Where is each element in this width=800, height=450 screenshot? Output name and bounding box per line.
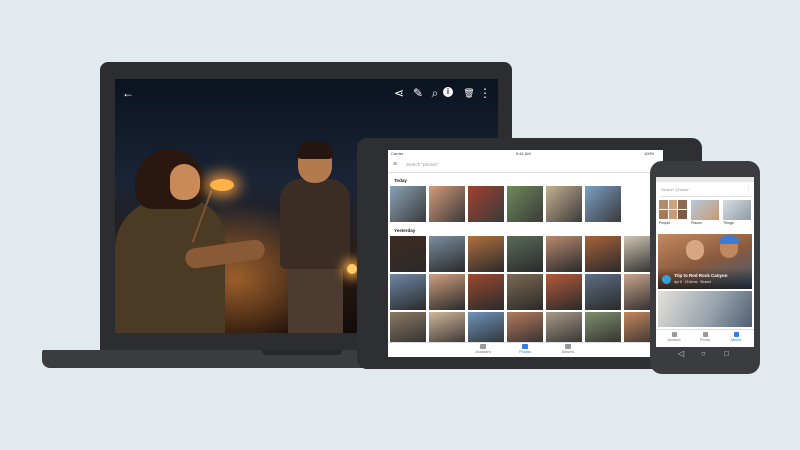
- section-yesterday: Yesterday: [394, 228, 416, 233]
- assistant-icon: [671, 332, 677, 337]
- section-today: Today: [394, 178, 407, 183]
- tablet-photos-app: Carrier 9:41 AM 100% ≡ Search "photos" ⋮…: [388, 150, 663, 357]
- photo-thumbnail[interactable]: [429, 236, 465, 272]
- photo-thumbnail[interactable]: [585, 274, 621, 310]
- status-time: 9:41 AM: [516, 151, 531, 156]
- album-title: Trip to Red Rock Canyon: [674, 273, 728, 278]
- status-carrier: Carrier: [391, 151, 404, 156]
- album-subtitle: Apr 8 · 18 items · Shared: [674, 280, 711, 284]
- photo-thumbnail[interactable]: [429, 186, 465, 222]
- category-people-label: People: [659, 221, 671, 225]
- photo-thumbnail[interactable]: [546, 186, 582, 222]
- photo-boy-hair: [297, 141, 333, 159]
- photo-thumbnail[interactable]: [468, 236, 504, 272]
- album-card[interactable]: Trip to Red Rock Canyon Apr 8 · 18 items…: [658, 234, 752, 289]
- bottom-navigation: Assistant Photos Albums: [388, 342, 663, 357]
- back-arrow-icon[interactable]: ←: [120, 85, 136, 101]
- photo-helmet: [719, 236, 739, 244]
- photo-face: [686, 240, 704, 260]
- info-icon[interactable]: i: [443, 87, 453, 97]
- albums-icon: [565, 344, 571, 349]
- nav-assistant-label: Assistant: [667, 338, 681, 342]
- nav-photos[interactable]: Photos: [693, 332, 717, 342]
- photo-thumbnail[interactable]: [468, 274, 504, 310]
- photo-thumbnail[interactable]: [390, 236, 426, 272]
- system-navigation-bar: ◁ ○ □: [656, 347, 754, 361]
- nav-assistant[interactable]: Assistant: [463, 344, 503, 354]
- photo-face: [170, 164, 200, 200]
- nav-albums[interactable]: Albums: [724, 332, 748, 342]
- photo-thumbnail[interactable]: [468, 186, 504, 222]
- nav-assistant-label: Assistant: [475, 350, 491, 354]
- nav-assistant[interactable]: Assistant: [662, 332, 686, 342]
- edit-icon[interactable]: ✎: [410, 85, 426, 101]
- search-input[interactable]: Search "photos": [406, 162, 438, 167]
- back-icon[interactable]: ◁: [678, 350, 684, 358]
- phone-albums-app: Search "photos" ⋮ People Places Things T…: [656, 177, 754, 347]
- photo-marshmallow-flame: [210, 179, 234, 191]
- photo-thumbnail[interactable]: [507, 186, 543, 222]
- photo-thumbnail[interactable]: [507, 274, 543, 310]
- assistant-icon: [480, 344, 486, 349]
- more-options-icon[interactable]: ⋮: [477, 85, 493, 101]
- photo-marshmallow-flame: [347, 264, 357, 274]
- photo-thumbnail[interactable]: [507, 236, 543, 272]
- nav-photos-label: Photos: [700, 338, 710, 342]
- delete-icon[interactable]: 🗑: [461, 85, 477, 101]
- shared-album-icon: [662, 275, 671, 284]
- category-places-label: Places: [691, 221, 702, 225]
- search-bar[interactable]: ≡ Search "photos" ⋮: [388, 158, 663, 173]
- albums-icon: [733, 332, 739, 337]
- photo-thumbnail[interactable]: [390, 186, 426, 222]
- status-bar: [656, 177, 754, 182]
- photo-thumbnail[interactable]: [546, 236, 582, 272]
- category-places[interactable]: Places: [691, 200, 719, 225]
- laptop-notch: [262, 350, 342, 355]
- album-card-next[interactable]: [658, 291, 752, 327]
- photo-person-boy: [280, 179, 350, 269]
- photo-thumbnail[interactable]: [390, 274, 426, 310]
- photo-thumbnail[interactable]: [546, 274, 582, 310]
- photos-icon: [702, 332, 708, 337]
- nav-photos[interactable]: Photos: [505, 344, 545, 354]
- search-bar[interactable]: Search "photos" ⋮: [659, 184, 751, 197]
- recents-icon[interactable]: □: [724, 350, 729, 358]
- zoom-icon[interactable]: ⌕: [427, 85, 443, 101]
- more-options-icon[interactable]: ⋮: [746, 186, 751, 192]
- category-things[interactable]: Things: [723, 200, 751, 225]
- photo-person-boy-legs: [288, 264, 343, 333]
- bottom-navigation: Assistant Photos Albums: [656, 329, 754, 347]
- menu-icon[interactable]: ≡: [393, 161, 397, 168]
- nav-photos-label: Photos: [519, 350, 531, 354]
- status-battery: 100%: [644, 151, 655, 156]
- share-icon[interactable]: ⋖: [391, 85, 407, 101]
- photo-thumbnail[interactable]: [585, 186, 621, 222]
- home-icon[interactable]: ○: [701, 350, 706, 358]
- nav-albums-label: Albums: [561, 350, 575, 354]
- search-input[interactable]: Search "photos": [661, 187, 690, 192]
- photo-thumbnail[interactable]: [585, 236, 621, 272]
- category-people[interactable]: People: [659, 200, 688, 225]
- nav-albums[interactable]: Albums: [548, 344, 588, 354]
- photo-thumbnail[interactable]: [429, 274, 465, 310]
- photos-icon: [522, 344, 528, 349]
- category-things-label: Things: [723, 221, 734, 225]
- nav-albums-label: Albums: [730, 338, 742, 342]
